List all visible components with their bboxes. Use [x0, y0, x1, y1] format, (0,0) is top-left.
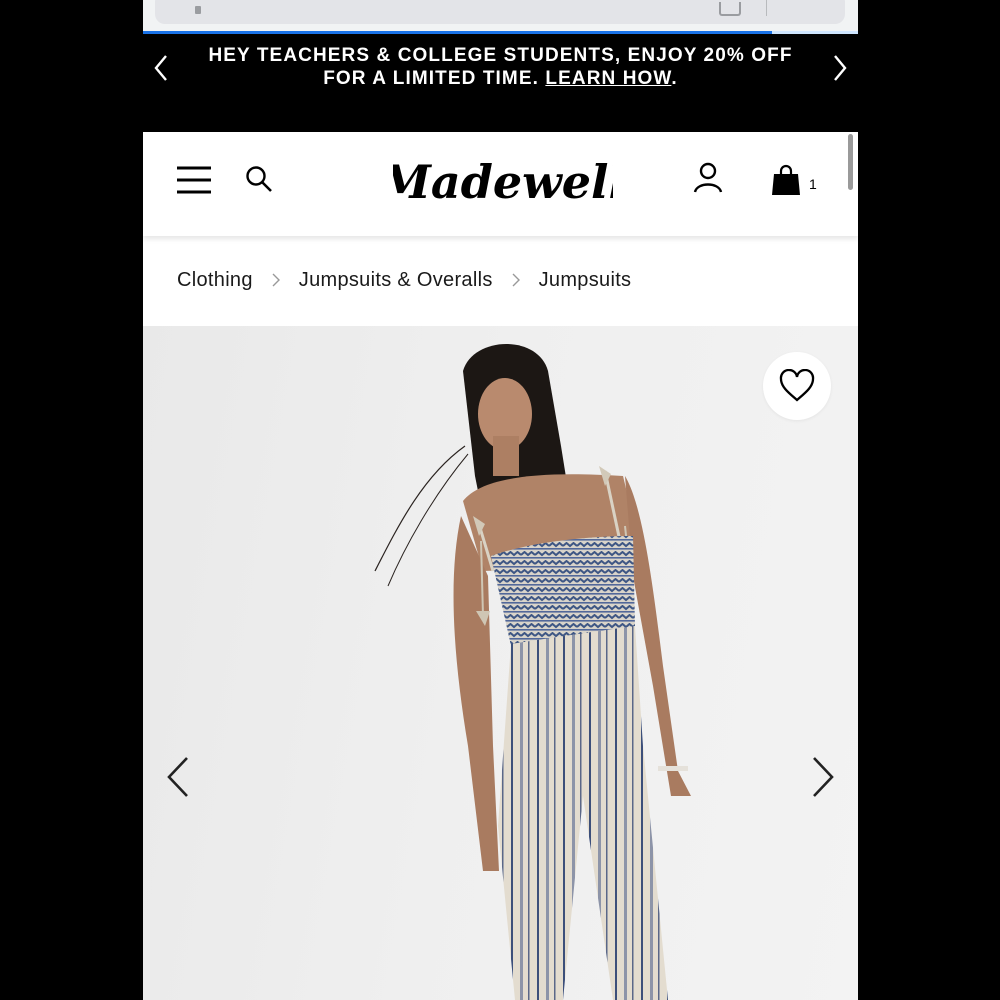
- chevron-right-icon: [813, 757, 834, 797]
- tabs-icon[interactable]: [719, 2, 741, 16]
- lock-icon: [195, 6, 201, 14]
- chevron-right-icon: [512, 273, 520, 287]
- learn-how-link[interactable]: LEARN HOW: [545, 68, 671, 89]
- breadcrumb: Clothing Jumpsuits & Overalls Jumpsuits: [177, 266, 631, 294]
- search-icon: [246, 166, 272, 192]
- promo-message: HEY TEACHERS & COLLEGE STUDENTS, ENJOY 2…: [181, 44, 820, 90]
- promo-line-1: HEY TEACHERS & COLLEGE STUDENTS, ENJOY 2…: [208, 45, 793, 66]
- page-scrollbar[interactable]: [848, 134, 853, 190]
- user-icon: [693, 162, 723, 193]
- madewell-logo[interactable]: Madewell: [378, 150, 626, 216]
- product-photo-model: [374, 343, 691, 1000]
- account-button[interactable]: [693, 162, 723, 194]
- promo-line-2: FOR A LIMITED TIME. LEARN HOW.: [181, 67, 820, 90]
- shopping-bag-icon: [772, 164, 800, 195]
- search-button[interactable]: [245, 165, 273, 193]
- hamburger-menu-icon: [177, 166, 211, 194]
- breadcrumb-clothing[interactable]: Clothing: [177, 269, 253, 292]
- browser-toolbar: [143, 0, 858, 31]
- product-image-carousel[interactable]: [143, 326, 858, 1000]
- logo-text: Madewell: [393, 155, 613, 209]
- product-page: Madewell 1 Clothing: [143, 132, 858, 1000]
- menu-button[interactable]: [176, 165, 212, 195]
- mobile-browser-viewport: HEY TEACHERS & COLLEGE STUDENTS, ENJOY 2…: [143, 0, 858, 1000]
- bag-count-badge: 1: [809, 176, 817, 192]
- chevron-left-icon: [167, 757, 188, 797]
- wishlist-button[interactable]: [763, 352, 831, 420]
- shopping-bag-button[interactable]: [771, 164, 801, 196]
- image-prev-button[interactable]: [163, 754, 193, 800]
- toolbar-divider: [766, 0, 767, 16]
- image-next-button[interactable]: [808, 754, 838, 800]
- chevron-left-icon: [154, 55, 167, 81]
- breadcrumb-jumpsuits-overalls[interactable]: Jumpsuits & Overalls: [299, 269, 493, 292]
- promo-banner: HEY TEACHERS & COLLEGE STUDENTS, ENJOY 2…: [143, 34, 858, 132]
- promo-line-2-text: FOR A LIMITED TIME.: [323, 68, 546, 89]
- chevron-right-icon: [834, 55, 847, 81]
- brand-wordmark: Madewell: [378, 155, 626, 209]
- address-bar[interactable]: [155, 0, 845, 24]
- promo-prev-button[interactable]: [148, 48, 174, 88]
- breadcrumb-jumpsuits[interactable]: Jumpsuits: [539, 269, 632, 292]
- promo-next-button[interactable]: [827, 48, 853, 88]
- promo-line-2-period: .: [671, 68, 678, 89]
- heart-icon: [779, 369, 815, 402]
- site-header: Madewell 1: [143, 132, 858, 236]
- chevron-right-icon: [272, 273, 280, 287]
